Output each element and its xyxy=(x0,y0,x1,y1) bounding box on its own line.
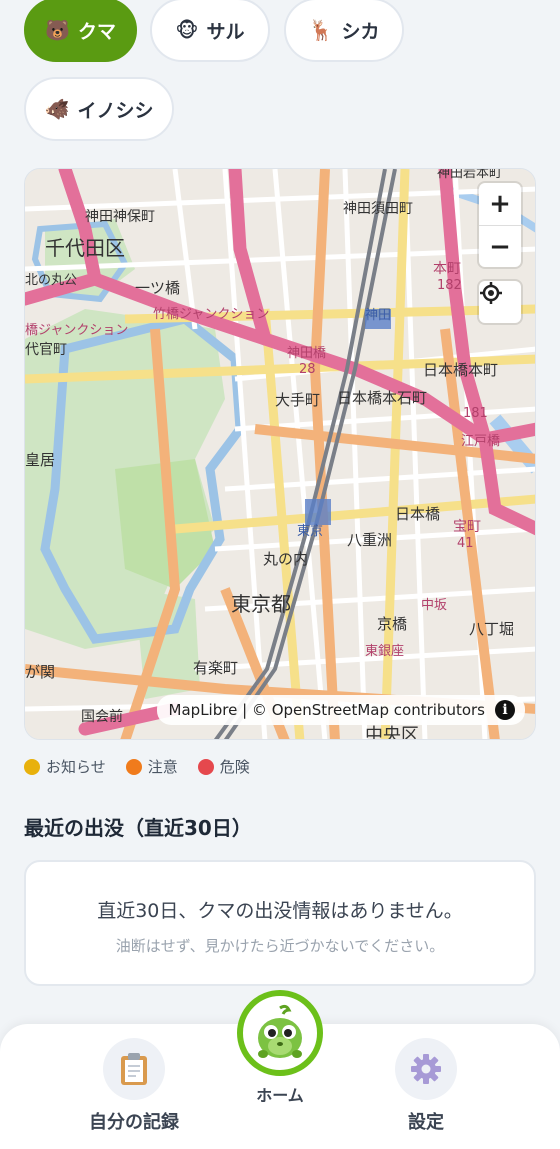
svg-text:神田須田町: 神田須田町 xyxy=(343,201,413,217)
deer-icon: 🦌 xyxy=(308,18,334,42)
attribution-contributors: contributors xyxy=(393,701,485,719)
svg-text:大手町: 大手町 xyxy=(275,391,320,409)
svg-text:41: 41 xyxy=(457,536,474,551)
zoom-in-button[interactable]: + xyxy=(479,183,521,225)
svg-text:日本橋本町: 日本橋本町 xyxy=(423,361,498,379)
svg-text:代官町: 代官町 xyxy=(25,342,67,358)
svg-text:本町: 本町 xyxy=(433,261,461,277)
svg-text:中央区: 中央区 xyxy=(365,725,419,740)
attribution-maplibre-link[interactable]: MapLibre xyxy=(169,701,238,719)
filter-chip-deer[interactable]: 🦌 シカ xyxy=(284,0,404,62)
svg-text:東銀座: 東銀座 xyxy=(365,643,404,659)
svg-text:神田岩本町: 神田岩本町 xyxy=(437,169,502,181)
locate-control xyxy=(479,281,521,323)
svg-text:千代田区: 千代田区 xyxy=(45,236,125,260)
nav-settings[interactable]: 設定 xyxy=(380,1038,472,1134)
gear-icon xyxy=(395,1038,457,1100)
nav-records-label: 自分の記録 xyxy=(89,1112,179,1133)
attribution-separator: | © xyxy=(237,701,272,719)
locate-button[interactable] xyxy=(479,281,521,323)
svg-text:北の丸公: 北の丸公 xyxy=(25,273,77,288)
mascot-icon xyxy=(258,1004,302,1058)
svg-text:八丁堀: 八丁堀 xyxy=(469,620,514,638)
svg-text:一ツ橋: 一ツ橋 xyxy=(135,279,180,297)
legend-item-danger: 危険 xyxy=(197,756,250,777)
svg-text:中坂: 中坂 xyxy=(421,598,447,613)
legend-label: お知らせ xyxy=(46,758,106,776)
empty-state-message: 直近30日、クマの出没情報はありません。 xyxy=(97,900,463,922)
legend-dot-danger xyxy=(197,758,214,775)
bear-icon: 🐻 xyxy=(45,18,70,42)
zoom-controls: + − xyxy=(479,183,521,267)
nav-records[interactable]: 自分の記録 xyxy=(88,1038,180,1134)
filter-chip-boar[interactable]: 🐗 イノシシ xyxy=(24,77,174,141)
svg-text:国会前: 国会前 xyxy=(81,708,123,725)
svg-text:神田神保町: 神田神保町 xyxy=(85,209,155,225)
svg-text:神田: 神田 xyxy=(365,308,391,323)
svg-text:が関: が関 xyxy=(25,663,55,681)
nav-home-button[interactable] xyxy=(237,990,323,1076)
clipboard-icon xyxy=(103,1038,165,1100)
svg-text:丸の内: 丸の内 xyxy=(263,550,308,568)
svg-text:京橋: 京橋 xyxy=(377,615,407,633)
svg-text:182: 182 xyxy=(437,278,462,293)
crosshair-icon xyxy=(480,282,502,304)
svg-text:竹橋ジャンクション: 竹橋ジャンクション xyxy=(153,307,269,322)
filter-chip-label: イノシシ xyxy=(77,99,154,122)
empty-state-hint: 油断はせず、見かけたら近づかないでください。 xyxy=(115,937,445,955)
filter-chip-bear[interactable]: 🐻 クマ xyxy=(24,0,137,62)
filter-chip-label: サル xyxy=(206,20,245,43)
nav-settings-label: 設定 xyxy=(408,1112,444,1133)
svg-text:宝町: 宝町 xyxy=(453,519,481,535)
map-view[interactable]: 神田神保町 神田須田町 千代田区 北の丸公 一ツ橋 竹橋ジャンクション 橋ジャン… xyxy=(24,168,536,740)
info-icon[interactable]: i xyxy=(495,700,515,720)
severity-legend: お知らせ 注意 危険 xyxy=(24,756,250,777)
svg-text:東京: 東京 xyxy=(297,523,323,539)
monkey-icon: 🐵 xyxy=(175,18,199,42)
map-attribution: MapLibre | © OpenStreetMap contributors … xyxy=(156,695,525,725)
legend-item-caution: 注意 xyxy=(125,756,178,777)
legend-dot-notice xyxy=(24,758,40,775)
legend-dot-caution xyxy=(125,758,142,775)
svg-text:有楽町: 有楽町 xyxy=(193,659,238,677)
attribution-osm-link[interactable]: OpenStreetMap xyxy=(272,701,389,719)
filter-chip-label: シカ xyxy=(341,20,380,43)
svg-text:28: 28 xyxy=(299,362,316,377)
legend-label: 危険 xyxy=(219,758,250,776)
svg-text:神田橋: 神田橋 xyxy=(287,346,326,361)
svg-text:八重洲: 八重洲 xyxy=(347,531,392,549)
empty-state-card: 直近30日、クマの出没情報はありません。 油断はせず、見かけたら近づかないでくだ… xyxy=(24,860,536,986)
svg-text:江戸橋: 江戸橋 xyxy=(461,434,500,449)
svg-text:皇居: 皇居 xyxy=(25,451,55,469)
filter-chip-label: クマ xyxy=(77,20,116,43)
zoom-out-button[interactable]: − xyxy=(479,225,521,267)
svg-text:181: 181 xyxy=(463,406,488,421)
nav-home-label: ホーム xyxy=(256,1086,304,1105)
svg-text:橋ジャンクション: 橋ジャンクション xyxy=(25,323,128,338)
svg-text:東京都: 東京都 xyxy=(231,592,291,616)
svg-text:日本橋本石町: 日本橋本石町 xyxy=(337,389,427,407)
filter-chip-monkey[interactable]: 🐵 サル xyxy=(150,0,270,62)
svg-text:日本橋: 日本橋 xyxy=(395,505,440,523)
recent-sightings-title: 最近の出没（直近30日） xyxy=(24,816,252,840)
legend-item-notice: お知らせ xyxy=(24,756,106,777)
boar-icon: 🐗 xyxy=(44,97,70,121)
map-tiles: 神田神保町 神田須田町 千代田区 北の丸公 一ツ橋 竹橋ジャンクション 橋ジャン… xyxy=(25,169,535,740)
legend-label: 注意 xyxy=(147,758,178,776)
